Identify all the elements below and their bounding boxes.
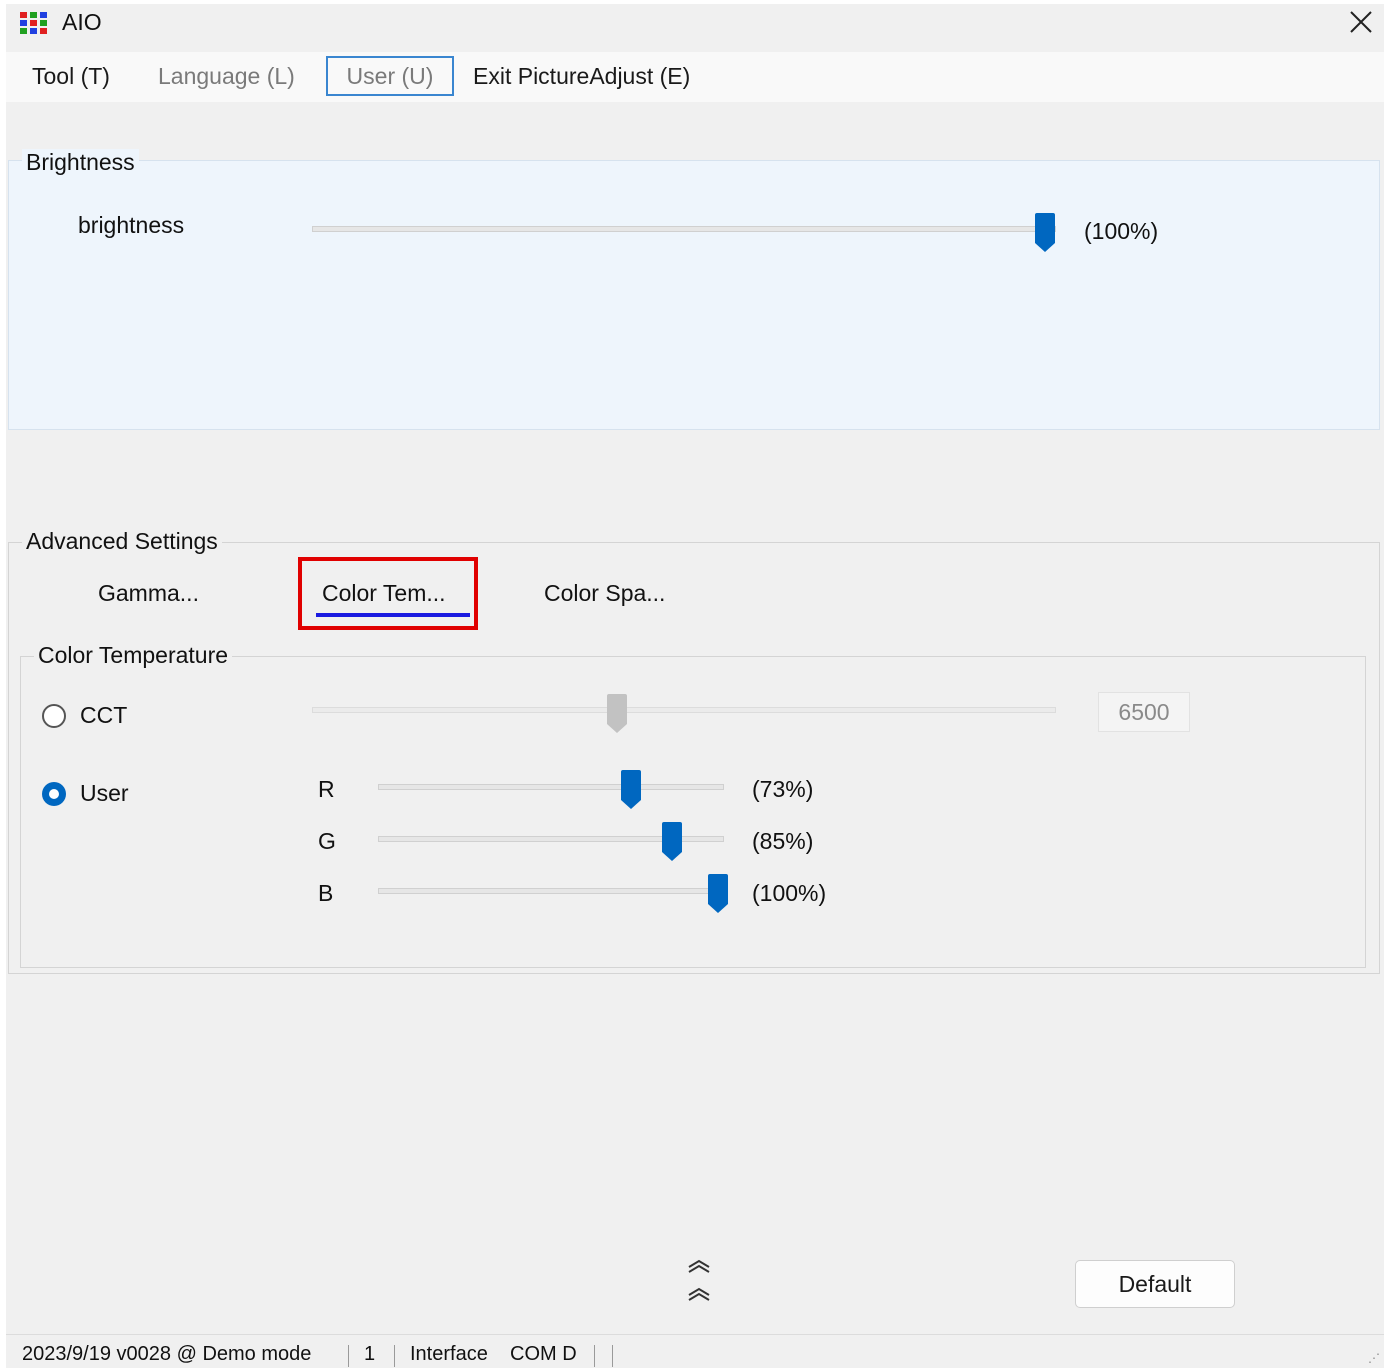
- cct-label: CCT: [80, 702, 128, 728]
- status-separator: [612, 1345, 613, 1367]
- default-button[interactable]: Default: [1075, 1260, 1235, 1308]
- brightness-label: brightness: [78, 212, 185, 238]
- brightness-slider-thumb[interactable]: [1034, 213, 1056, 252]
- status-version: 2023/9/19 v0028 @ Demo mode: [22, 1343, 312, 1365]
- status-separator: [594, 1345, 595, 1367]
- aio-window: AIO Tool (T) Language (L) User (U) Exit …: [6, 4, 1384, 1368]
- user-label: User: [80, 780, 129, 806]
- b-value: (100%): [752, 880, 827, 906]
- brightness-group-title: Brightness: [22, 149, 139, 176]
- status-interface-value: COM D: [510, 1343, 577, 1365]
- b-slider-track[interactable]: [378, 888, 724, 894]
- status-interface-label: Interface: [410, 1343, 488, 1365]
- g-value: (85%): [752, 828, 814, 854]
- tab-color-space[interactable]: Color Spa...: [544, 580, 665, 607]
- g-slider-thumb[interactable]: [661, 822, 683, 861]
- cct-slider-thumb[interactable]: [606, 694, 628, 733]
- tab-gamma[interactable]: Gamma...: [98, 580, 199, 607]
- cct-value-field[interactable]: 6500: [1098, 692, 1190, 732]
- menu-user[interactable]: User (U): [326, 56, 454, 96]
- channel-label-g: G: [318, 828, 336, 854]
- status-separator: [348, 1345, 349, 1367]
- channel-label-r: R: [318, 776, 335, 802]
- menu-bar: Tool (T) Language (L) User (U) Exit Pict…: [6, 52, 1384, 102]
- r-slider-thumb[interactable]: [620, 770, 642, 809]
- brightness-slider-track[interactable]: [312, 226, 1056, 232]
- brightness-value: (100%): [1084, 218, 1159, 244]
- cct-radio[interactable]: [42, 704, 66, 728]
- channel-label-b: B: [318, 880, 334, 906]
- status-count: 1: [364, 1343, 376, 1365]
- b-slider-thumb[interactable]: [707, 874, 729, 913]
- r-value: (73%): [752, 776, 814, 802]
- cct-slider-track[interactable]: [312, 707, 1056, 713]
- collapse-chevron-icon[interactable]: [686, 1258, 712, 1278]
- close-icon[interactable]: [1338, 4, 1384, 40]
- collapse-chevron-icon[interactable]: [686, 1286, 712, 1306]
- rgb-grid-icon: [20, 12, 48, 34]
- highlight-box: [298, 557, 478, 630]
- window-title: AIO: [62, 9, 102, 35]
- r-slider-track[interactable]: [378, 784, 724, 790]
- brightness-group: [8, 160, 1380, 430]
- user-radio[interactable]: [42, 782, 66, 806]
- title-bar: AIO: [6, 4, 1384, 50]
- menu-exit-pictureadjust[interactable]: Exit PictureAdjust (E): [473, 56, 690, 96]
- resize-grip-icon[interactable]: ⋰: [1368, 1351, 1380, 1365]
- advanced-settings-title: Advanced Settings: [22, 528, 222, 555]
- color-temperature-title: Color Temperature: [34, 642, 233, 669]
- menu-language[interactable]: Language (L): [158, 56, 295, 96]
- status-separator: [394, 1345, 395, 1367]
- menu-tool[interactable]: Tool (T): [32, 56, 110, 96]
- status-bar: 2023/9/19 v0028 @ Demo mode 1 Interface …: [6, 1334, 1384, 1368]
